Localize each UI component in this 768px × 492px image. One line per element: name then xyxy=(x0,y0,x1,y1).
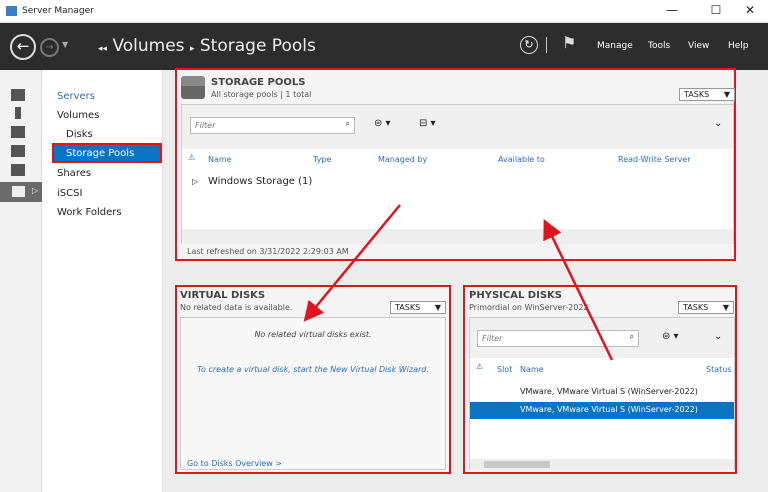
arrow-to-storage-pools xyxy=(543,219,614,361)
annotation-arrows xyxy=(303,204,614,361)
arrow-to-virtual-disks xyxy=(303,204,401,322)
